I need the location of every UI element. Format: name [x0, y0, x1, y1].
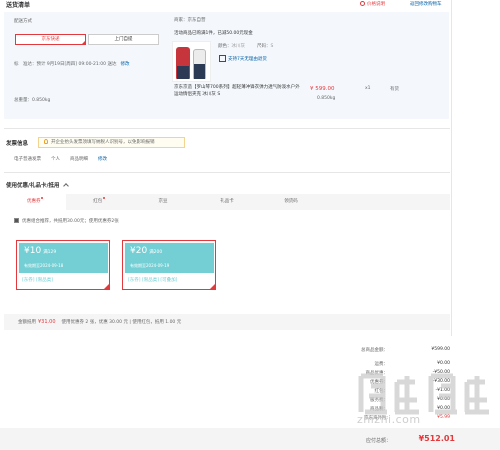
- coupon-limit: [东券] [限品类]: [22, 278, 53, 283]
- info-icon: [360, 1, 365, 6]
- ship-option-jd-express[interactable]: 京东快递: [15, 34, 86, 45]
- checkbox-icon[interactable]: [14, 218, 19, 223]
- order-header: 送货清单 价格说明 返回修改购物车: [0, 0, 500, 11]
- coupon-validity: 有效期至2024-09-18: [24, 263, 64, 268]
- page-title: 送货清单: [6, 2, 31, 9]
- invoice-tip: 开企业抬头发票须填写纳税人识别号，以免影响报销: [38, 137, 185, 148]
- coupons-title[interactable]: 使用优惠/礼品卡/抵用: [6, 181, 69, 189]
- coupon-combo[interactable]: 优惠组合推荐，共抵用30.00元；使用优惠券2张: [14, 218, 119, 224]
- product-quantity: x1: [365, 86, 371, 91]
- coupon-condition: 满200: [149, 250, 163, 255]
- tab-coupons[interactable]: 优惠券: [4, 194, 66, 210]
- return-icon: [219, 55, 226, 62]
- divider: [4, 128, 450, 129]
- total-label: 应付总额：: [366, 438, 392, 444]
- shipping-label: 配送方式: [14, 19, 32, 24]
- delivery-time: 标 准达：预计 9月19日[周四] 09:00-21:00 送达 修改: [14, 62, 130, 67]
- tab-jd-beans[interactable]: 京豆: [132, 194, 194, 210]
- return-support: 支持7天无理由退货: [219, 55, 267, 62]
- tab-pickup-code[interactable]: 领货码: [260, 194, 322, 210]
- coupon-face: ¥10 满129 有效期至2024-09-18: [19, 243, 108, 273]
- ship-option-pickup[interactable]: 上门自提: [88, 34, 159, 45]
- lightbulb-icon: [44, 139, 48, 144]
- new-dot-icon: [102, 197, 105, 199]
- discount-summary: 金额抵用 ¥31.00 使用优惠券 2 张，优惠 30.00 元 | 使用红包，抵用…: [4, 314, 450, 330]
- coupon-validity: 有效期至2024-09-19: [130, 263, 170, 268]
- divider: [4, 172, 450, 173]
- discount-amount: ¥31.00: [38, 319, 56, 325]
- total-amount: ¥512.01: [418, 434, 455, 443]
- coupon-tabs: 优惠券 红包 京豆 礼品卡 领货码: [4, 194, 450, 210]
- coupon-limit: [东券] [限品类] [可叠加]: [128, 278, 178, 283]
- total-weight: 总重量：0.850kg: [14, 98, 51, 103]
- promo-text: 活动商品已购满1件，已减50.00元现金: [174, 31, 253, 36]
- price-info-link[interactable]: 价格说明: [360, 1, 385, 7]
- coupon-card[interactable]: ¥20 满200 有效期至2024-09-19 [东券] [限品类] [可叠加]: [122, 240, 216, 290]
- seller-name: 商家：京东自营: [174, 18, 206, 23]
- product-spec: 颜色：冰川灰 尺码：S: [218, 44, 274, 49]
- coupon-amount: ¥20: [130, 246, 148, 256]
- chevron-up-icon: [62, 183, 69, 189]
- coupon-face: ¥20 满200 有效期至2024-09-19: [125, 243, 214, 273]
- stock-status: 有货: [390, 87, 399, 92]
- product-area: 商家：京东自营 活动商品已购满1件，已减50.00元现金 颜色：冰川灰 尺码：S …: [169, 12, 449, 119]
- new-dot-icon: [41, 197, 43, 199]
- product-image[interactable]: [172, 41, 211, 82]
- coupon-card[interactable]: ¥10 满129 有效期至2024-09-18 [东券] [限品类]: [16, 240, 110, 290]
- product-price: ¥ 599.00: [310, 86, 335, 92]
- edit-time-link[interactable]: 修改: [120, 62, 129, 67]
- watermark-logo: [358, 373, 489, 415]
- coupon-amount: ¥10: [24, 246, 42, 256]
- tab-red-packets[interactable]: 红包: [68, 194, 130, 210]
- back-to-cart-link[interactable]: 返回修改购物车: [410, 1, 442, 7]
- selected-check-icon: [208, 282, 216, 290]
- invoice-details: 电子普通发票 个人 商品明细 修改: [14, 157, 107, 162]
- edit-invoice-link[interactable]: 修改: [98, 157, 107, 162]
- shipping-panel: 配送方式 京东快递 上门自提 标 准达：预计 9月19日[周四] 09:00-2…: [4, 12, 449, 119]
- watermark-url: zhizhi.com: [357, 413, 421, 426]
- shipping-method: 配送方式 京东快递 上门自提 标 准达：预计 9月19日[周四] 09:00-2…: [4, 12, 165, 119]
- summary-row: 总商品金额： ¥599.00: [361, 347, 450, 353]
- divider: [451, 0, 452, 336]
- selected-check-icon: [102, 282, 110, 290]
- tab-gift-card[interactable]: 礼品卡: [196, 194, 258, 210]
- coupon-condition: 满129: [43, 250, 57, 255]
- product-name[interactable]: 京东京造【罗山琴700系列】超轻薄冲锋衣弹力透气防泼水户外运动情侣夹克 冰川灰 …: [174, 85, 304, 98]
- total-bar: 应付总额： ¥512.01: [0, 428, 500, 450]
- product-weight: 0.850kg: [317, 96, 336, 101]
- invoice-title: 发票信息: [6, 141, 29, 147]
